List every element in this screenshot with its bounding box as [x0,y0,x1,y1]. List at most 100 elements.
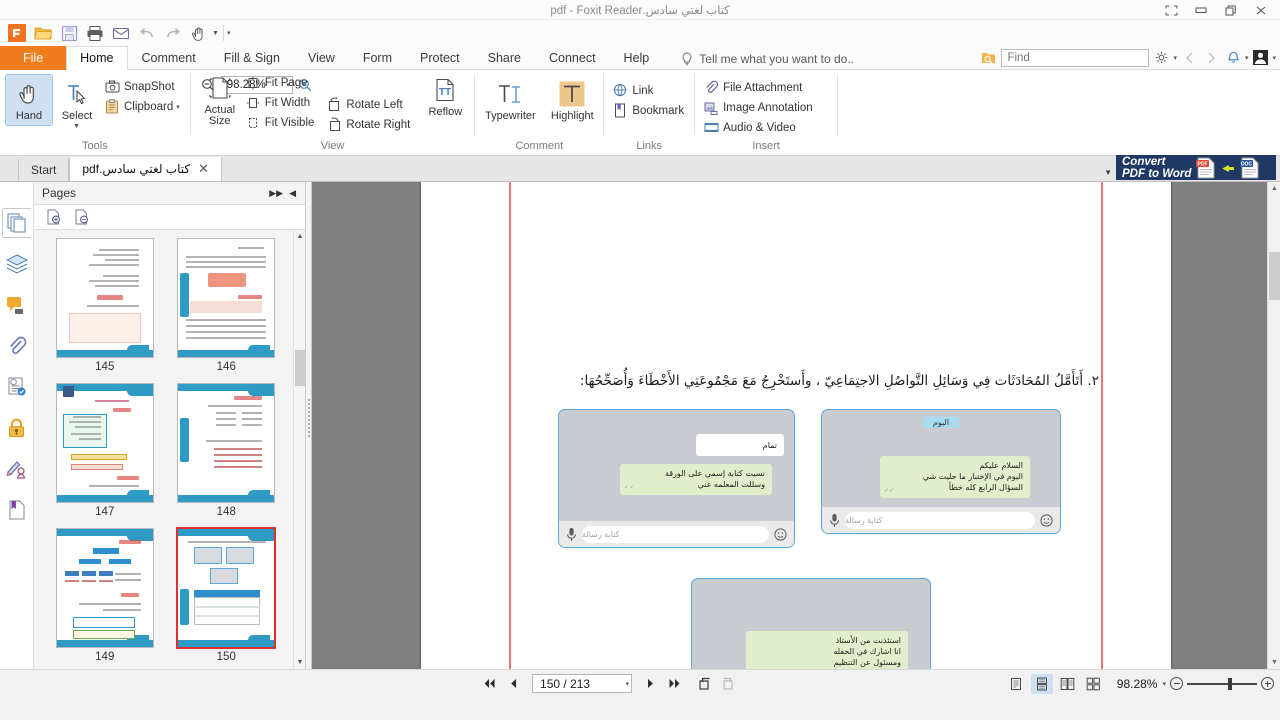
zoom-out-thumbnail-button[interactable] [72,207,92,227]
tab-help[interactable]: Help [610,46,664,70]
email-icon[interactable] [109,22,133,44]
fit-width-button[interactable]: Fit Width [243,93,319,112]
status-zoom-dropdown-icon[interactable]: ▾ [1162,680,1166,688]
continuous-view-button[interactable] [1030,673,1053,694]
expand-panel-icon[interactable]: ▶▶ [266,188,286,199]
image-annotation-button[interactable]: Image Annotation [701,98,817,117]
thumbnail-scroll-down-icon[interactable]: ▼ [294,656,305,669]
reflow-button[interactable]: TT Reflow [422,71,468,121]
rotate-left-button[interactable]: Rotate Left [324,95,414,114]
bookmark-button[interactable]: Bookmark [610,101,688,120]
zoom-out-icon[interactable] [1170,677,1183,690]
account-dropdown-icon[interactable]: ▾ [1272,54,1276,62]
digital-signature-icon[interactable] [2,454,32,484]
fullscreen-icon[interactable] [1156,0,1186,20]
hand-tool-icon[interactable] [187,22,211,44]
scroll-down-icon[interactable]: ▼ [1268,656,1280,669]
print-icon[interactable] [83,22,107,44]
undo-icon[interactable] [135,22,159,44]
page-thumbnails-icon[interactable] [1,208,32,238]
attachments-icon[interactable] [2,331,32,361]
scroll-up-icon[interactable]: ▲ [1268,182,1280,195]
tab-home[interactable]: Home [66,46,128,70]
thumbnail-scroll-up-icon[interactable]: ▲ [294,230,305,243]
tab-view[interactable]: View [294,46,349,70]
next-page-button[interactable] [641,674,660,693]
document-scrollbar[interactable]: ▲ ▼ [1267,182,1280,669]
search-settings-dropdown-icon[interactable]: ▾ [1173,54,1177,62]
tab-share[interactable]: Share [474,46,535,70]
search-input[interactable] [1007,51,1162,64]
search-settings-gear-icon[interactable] [1152,48,1171,67]
thumbnail-148[interactable]: 148 [170,383,284,518]
restore-icon[interactable] [1216,0,1246,20]
tab-comment[interactable]: Comment [128,46,210,70]
select-tool-dropdown-icon[interactable]: ▼ [73,123,80,130]
tab-fill-and-sign[interactable]: Fill & Sign [210,46,294,70]
layers-icon[interactable] [2,249,32,279]
close-tab-icon[interactable]: ✕ [198,162,209,175]
doc-tab-pdf[interactable]: كتاب لغتي سادس.pdf ✕ [69,157,222,181]
tab-overflow-dropdown-icon[interactable]: ▼ [1104,168,1112,177]
page-number-dropdown-icon[interactable]: ▾ [626,680,630,688]
minimize-icon[interactable] [1186,0,1216,20]
zoom-slider-track[interactable] [1187,677,1257,690]
tell-me-box[interactable]: Tell me what you want to do.. [681,52,854,69]
collapse-panel-icon[interactable]: ◀ [286,188,299,199]
continuous-facing-view-button[interactable] [1083,674,1105,694]
snapshot-button[interactable]: SnapShot [102,77,184,96]
comments-icon[interactable] [2,290,32,320]
find-next-icon[interactable] [1202,48,1221,67]
find-box[interactable] [1001,48,1162,67]
clipboard-button[interactable]: Clipboard ▾ [102,97,184,116]
hand-tool-dropdown-icon[interactable]: ▼ [212,30,219,37]
zoom-slider[interactable] [1170,677,1274,690]
tab-protect[interactable]: Protect [406,46,474,70]
typewriter-button[interactable]: Typewriter [481,75,539,125]
select-tool-button[interactable]: Select ▼ [54,75,100,133]
rotate-right-button[interactable]: Rotate Right [324,115,414,134]
redo-icon[interactable] [161,22,185,44]
close-icon[interactable] [1246,0,1276,20]
zoom-slider-knob[interactable] [1228,677,1232,690]
last-page-button[interactable] [665,674,684,693]
previous-page-button[interactable] [504,674,523,693]
facing-view-button[interactable] [1057,674,1079,694]
thumbnail-scroll-thumb[interactable] [295,350,305,386]
tab-form[interactable]: Form [349,46,406,70]
foxit-logo-icon[interactable] [5,22,29,44]
first-page-button[interactable] [480,674,499,693]
find-previous-icon[interactable] [1180,48,1199,67]
security-lock-icon[interactable] [2,413,32,443]
zoom-in-icon[interactable] [1261,677,1274,690]
thumbnail-scrollbar[interactable]: ▲ ▼ [293,230,305,669]
link-button[interactable]: Link [610,81,688,100]
fit-page-button[interactable]: Fit Page [243,73,319,92]
highlight-button[interactable]: Highlight [547,75,597,125]
next-view-button[interactable] [719,674,738,693]
thumbnail-145[interactable]: 145 [48,238,162,373]
doc-tab-start[interactable]: Start [18,159,70,181]
scroll-thumb[interactable] [1269,252,1280,300]
chat-left-message-input[interactable]: كتابة رسالة [582,525,769,543]
notifications-bell-icon[interactable] [1224,48,1243,67]
bookmarks-icon[interactable] [2,495,32,525]
stamps-icon[interactable] [2,372,32,402]
notifications-dropdown-icon[interactable]: ▾ [1245,54,1249,62]
audio-video-button[interactable]: Audio & Video [701,118,817,137]
hand-tool-button[interactable]: Hand [5,74,53,126]
save-icon[interactable] [57,22,81,44]
chat-right-message-input[interactable]: كتابة رسالة [845,511,1035,529]
zoom-in-thumbnail-button[interactable] [44,207,64,227]
thumbnail-146[interactable]: 146 [170,238,284,373]
thumbnail-147[interactable]: 147 [48,383,162,518]
customize-qat-icon[interactable]: ▾ [227,29,231,37]
convert-pdf-to-word-banner[interactable]: Convert PDF to Word PDF DOC [1116,155,1276,180]
open-icon[interactable] [31,22,55,44]
tab-file[interactable]: File [0,46,67,70]
search-document-icon[interactable] [979,48,998,67]
page-number-box[interactable]: 150 / 213 ▾ [532,674,633,693]
fit-visible-button[interactable]: Fit Visible [243,113,319,132]
previous-view-button[interactable] [695,674,714,693]
actual-size-button[interactable]: Actual Size [197,69,243,130]
